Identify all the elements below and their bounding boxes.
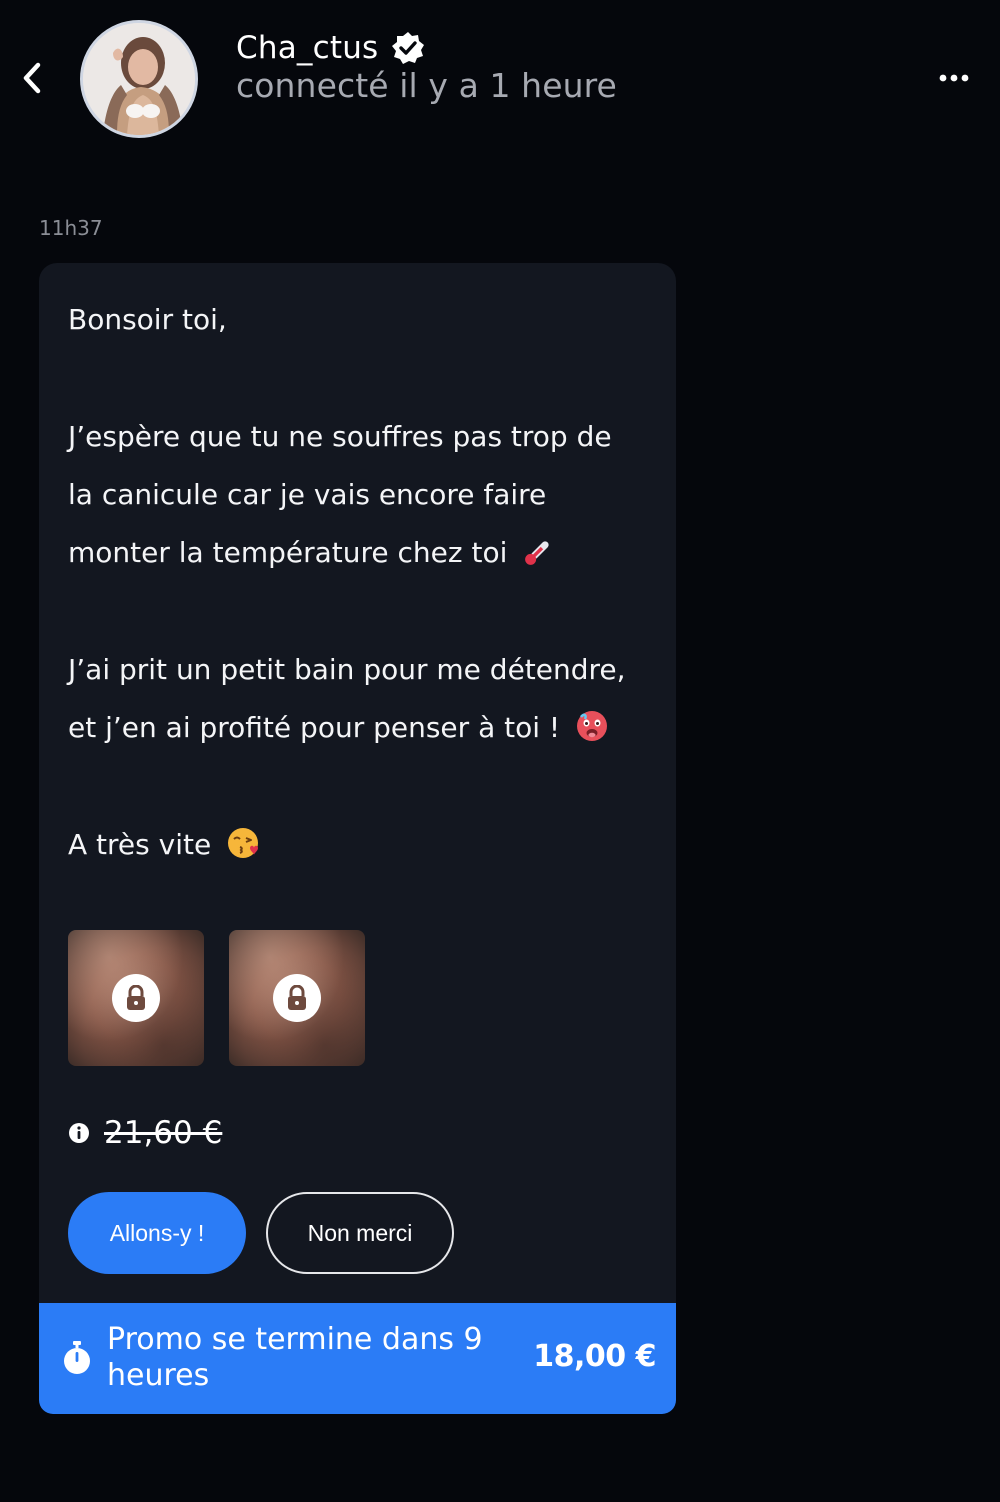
message-line-with-emoji: et j’en ai profité pour penser à toi ! <box>68 699 668 757</box>
online-status: connecté il y a 1 heure <box>236 66 617 105</box>
message-line-with-emoji: A très vite <box>68 816 668 874</box>
promo-price: 18,00 € <box>533 1339 656 1374</box>
locked-media-thumbnail[interactable] <box>229 930 365 1066</box>
promo-banner[interactable]: Promo se termine dans 9 heures 18,00 € <box>39 1303 676 1414</box>
price-row: 21,60 € <box>68 1112 222 1154</box>
message-line: Bonsoir toi, <box>68 303 227 336</box>
more-options-button[interactable] <box>932 62 976 94</box>
message-line: J’ai prit un petit bain pour me détendre… <box>68 653 626 686</box>
username: Cha_ctus <box>236 30 379 66</box>
thermometer-emoji-icon <box>525 541 549 565</box>
original-price: 21,60 € <box>104 1115 223 1151</box>
message-timestamp: 11h37 <box>39 216 103 240</box>
message-line: la canicule car je vais encore faire <box>68 478 547 511</box>
kissing-heart-emoji-icon <box>228 828 259 858</box>
locked-media-thumbnail[interactable] <box>68 930 204 1066</box>
more-horizontal-icon <box>939 74 969 82</box>
lock-badge <box>112 974 160 1022</box>
hot-face-emoji-icon <box>577 711 608 741</box>
avatar[interactable] <box>80 20 198 138</box>
message-line-text: monter la température chez toi <box>68 536 508 569</box>
stopwatch-icon <box>64 1341 90 1374</box>
message-line: J’espère que tu ne souffres pas trop de <box>68 420 612 453</box>
lock-badge <box>273 974 321 1022</box>
accept-offer-button[interactable]: Allons-y ! <box>68 1192 246 1274</box>
message-line-text: A très vite <box>68 828 212 861</box>
message-line-with-emoji: monter la température chez toi <box>68 524 668 582</box>
promo-countdown-text: Promo se termine dans 9 heures <box>107 1322 483 1393</box>
verified-badge-icon <box>392 32 425 64</box>
lock-icon <box>288 985 306 1010</box>
back-button[interactable] <box>14 58 50 98</box>
info-icon[interactable] <box>68 1122 90 1144</box>
lock-icon <box>127 985 145 1010</box>
avatar-image <box>83 23 195 135</box>
decline-offer-button[interactable]: Non merci <box>266 1192 454 1274</box>
message-line-text: et j’en ai profité pour penser à toi ! <box>68 711 561 744</box>
username-row[interactable]: Cha_ctus <box>236 26 426 70</box>
chevron-left-icon <box>23 62 41 94</box>
